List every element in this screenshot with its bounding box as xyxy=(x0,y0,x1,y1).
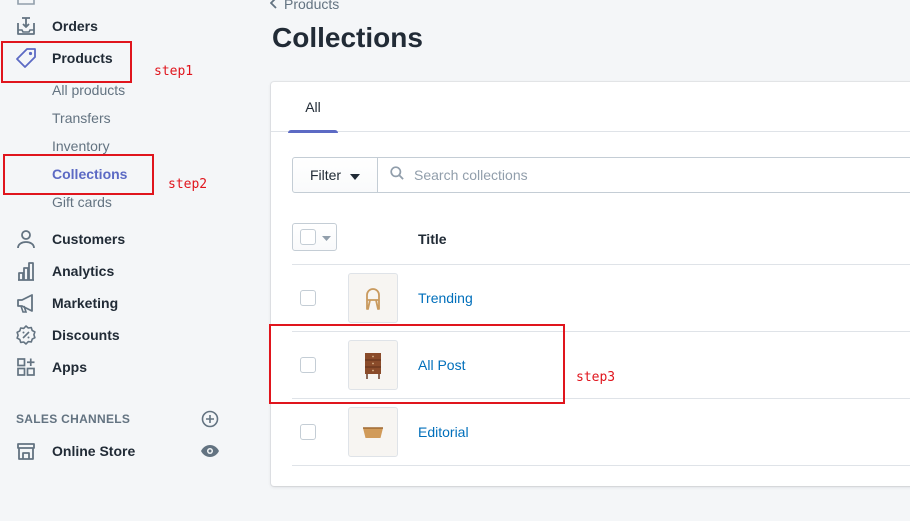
sidebar-subitem-gift-cards[interactable]: Gift cards xyxy=(52,194,112,210)
step3-label: step3 xyxy=(576,370,616,385)
sidebar-item-apps[interactable]: Apps xyxy=(0,351,240,383)
sidebar-item-orders[interactable]: Orders xyxy=(0,10,240,42)
customer-icon xyxy=(14,227,38,251)
sidebar-item-label: Discounts xyxy=(52,327,120,343)
sidebar-item-customers[interactable]: Customers xyxy=(0,223,240,255)
collection-title-link[interactable]: Trending xyxy=(418,290,473,306)
table-header: Title xyxy=(292,214,910,265)
home-icon[interactable] xyxy=(14,0,38,10)
table-row[interactable]: Editorial xyxy=(292,399,910,466)
sidebar-item-label: Online Store xyxy=(52,443,136,459)
chair-thumbnail[interactable] xyxy=(348,273,398,323)
row-checkbox[interactable] xyxy=(300,424,316,440)
search-icon xyxy=(390,165,404,185)
step1-label: step1 xyxy=(154,64,194,79)
add-sales-channel-icon[interactable] xyxy=(201,410,219,428)
table-row[interactable]: Trending xyxy=(292,265,910,332)
search-input[interactable] xyxy=(414,167,714,183)
discount-icon xyxy=(14,323,38,347)
step2-highlight-box xyxy=(3,154,154,195)
collections-card: All Filter Title Trending xyxy=(271,82,910,486)
view-store-eye-icon[interactable] xyxy=(200,443,220,459)
sidebar-subitem-all-products[interactable]: All products xyxy=(52,82,125,98)
search-box[interactable] xyxy=(378,157,910,193)
sidebar-item-marketing[interactable]: Marketing xyxy=(0,287,240,319)
caret-down-icon xyxy=(350,167,361,183)
sidebar-item-label: Orders xyxy=(52,18,98,34)
step3-highlight-box xyxy=(269,324,565,404)
tab-bar: All xyxy=(271,82,910,133)
breadcrumb[interactable]: Products xyxy=(269,0,340,12)
select-all-checkbox[interactable] xyxy=(300,229,316,245)
step2-label: step2 xyxy=(168,177,208,192)
page-title: Collections xyxy=(272,22,423,53)
caret-down-icon xyxy=(322,228,331,246)
sidebar-item-label: Analytics xyxy=(52,263,115,279)
sales-channels-heading: SALES CHANNELS xyxy=(16,412,131,426)
chevron-left-icon xyxy=(269,0,278,12)
filter-button[interactable]: Filter xyxy=(292,157,378,193)
sidebar-subitem-transfers[interactable]: Transfers xyxy=(52,110,111,126)
collection-title-link[interactable]: Editorial xyxy=(418,424,469,440)
sidebar-item-label: Customers xyxy=(52,231,126,247)
orders-icon xyxy=(14,14,38,38)
apps-icon xyxy=(14,355,38,379)
sidebar-item-label: Apps xyxy=(52,359,87,375)
analytics-icon xyxy=(14,259,38,283)
filter-row: Filter xyxy=(292,157,910,193)
filter-label: Filter xyxy=(309,167,342,183)
store-icon xyxy=(14,439,38,463)
bulk-select-button[interactable] xyxy=(292,223,337,251)
sidebar-subitem-inventory[interactable]: Inventory xyxy=(52,138,110,154)
sidebar-item-discounts[interactable]: Discounts xyxy=(0,319,240,351)
row-checkbox[interactable] xyxy=(300,290,316,306)
step1-highlight-box xyxy=(1,41,132,83)
megaphone-icon xyxy=(14,291,38,315)
tab-all[interactable]: All xyxy=(288,82,338,133)
sidebar-item-label: Marketing xyxy=(52,295,119,311)
bowl-thumbnail[interactable] xyxy=(348,407,398,457)
column-header-title[interactable]: Title xyxy=(418,231,447,247)
breadcrumb-label: Products xyxy=(284,0,340,12)
sidebar-item-analytics[interactable]: Analytics xyxy=(0,255,240,287)
